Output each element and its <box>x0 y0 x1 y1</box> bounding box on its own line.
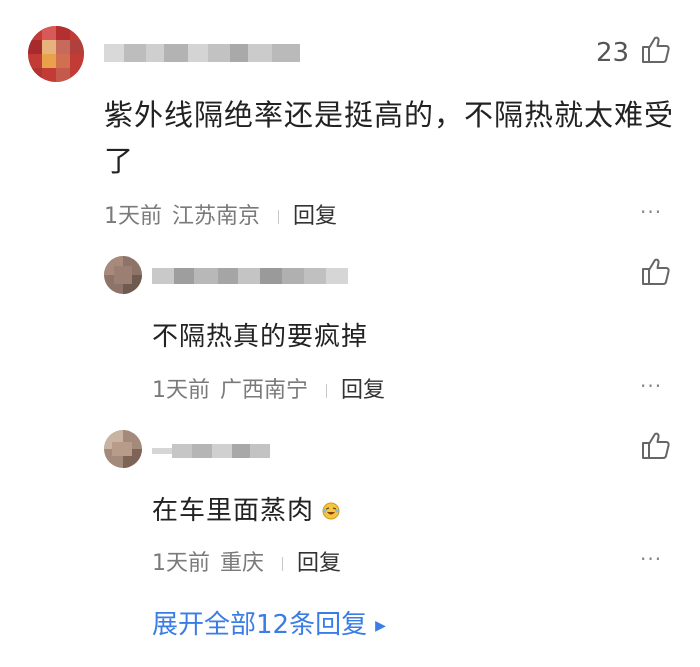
laughing-crying-emoji-icon <box>322 497 340 527</box>
reply-button[interactable]: 回复 <box>293 204 337 229</box>
avatar[interactable] <box>28 26 84 82</box>
triangle-right-icon: ▶ <box>375 617 386 634</box>
comment-location: 江苏南京 <box>172 204 261 229</box>
username-redacted[interactable] <box>152 438 270 462</box>
reply-meta: 1天前 重庆 回复 <box>152 545 341 577</box>
comment-time: 1天前 <box>104 204 162 229</box>
more-dots-icon[interactable]: ··· <box>640 547 662 571</box>
thumbs-up-icon[interactable] <box>640 34 672 66</box>
username-redacted[interactable] <box>104 40 300 66</box>
comment-meta: 1天前 江苏南京 回复 <box>104 198 337 230</box>
avatar[interactable] <box>104 256 142 294</box>
more-dots-icon[interactable]: ··· <box>640 374 662 398</box>
reply-location: 重庆 <box>220 551 265 576</box>
like-count: 23 <box>596 38 630 68</box>
comment-text: 紫外线隔绝率还是挺高的，不隔热就太难受了 <box>104 98 675 178</box>
reply-text-content: 在车里面蒸肉 <box>152 496 315 526</box>
meta-divider <box>278 210 280 224</box>
avatar[interactable] <box>104 430 142 468</box>
more-dots-icon[interactable]: ··· <box>640 200 662 224</box>
reply-text: 不隔热真的要疯掉 <box>152 322 369 352</box>
reply-button[interactable]: 回复 <box>297 551 341 576</box>
username-redacted[interactable] <box>152 264 348 288</box>
thumbs-up-icon[interactable] <box>640 256 672 288</box>
expand-replies-link[interactable]: 展开全部12条回复 ▶ <box>152 604 386 641</box>
reply-text: 在车里面蒸肉 <box>152 490 340 527</box>
expand-replies-label: 展开全部12条回复 <box>152 610 368 640</box>
meta-divider <box>326 384 328 398</box>
reply-button[interactable]: 回复 <box>341 378 385 403</box>
reply-meta: 1天前 广西南宁 回复 <box>152 372 385 404</box>
reply-time: 1天前 <box>152 378 210 403</box>
meta-divider <box>282 557 284 571</box>
thumbs-up-icon[interactable] <box>640 430 672 462</box>
reply-location: 广西南宁 <box>220 378 309 403</box>
reply-time: 1天前 <box>152 551 210 576</box>
